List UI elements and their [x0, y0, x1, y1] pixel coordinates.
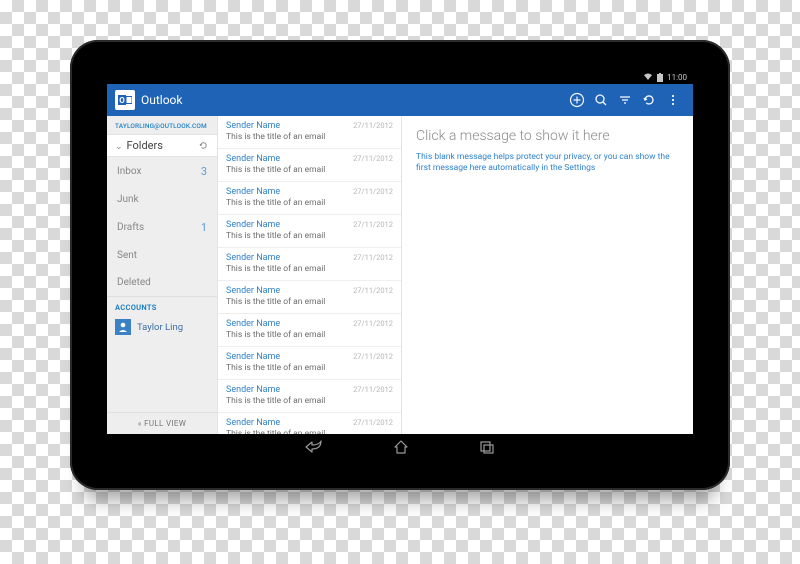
filter-button[interactable]	[613, 92, 637, 108]
battery-icon	[657, 73, 663, 82]
sidebar: TAYLORLING@OUTLOOK.COM ⌄Folders Inbox 3 …	[107, 116, 217, 434]
list-item[interactable]: Sender NameThis is the title of an email…	[218, 380, 401, 413]
folder-label: Junk	[117, 194, 139, 205]
refresh-folders-icon[interactable]	[198, 140, 209, 151]
folder-drafts[interactable]: Drafts 1	[107, 213, 217, 242]
tablet-frame: 11:00 O Outlook	[70, 40, 730, 490]
clock-text: 11:00	[667, 73, 687, 82]
list-item[interactable]: Sender NameThis is the title of an email…	[218, 314, 401, 347]
folders-header[interactable]: ⌄ Folders	[107, 134, 217, 157]
folder-count: 1	[201, 221, 207, 234]
account-row[interactable]: Taylor Ling	[107, 315, 217, 341]
app-title: Outlook	[141, 93, 182, 107]
subject: This is the title of an email	[226, 165, 393, 175]
subject: This is the title of an email	[226, 330, 393, 340]
folder-deleted[interactable]: Deleted	[107, 269, 217, 296]
date: 27/11/2012	[353, 121, 393, 130]
status-bar: 11:00	[107, 70, 693, 84]
subject: This is the title of an email	[226, 231, 393, 241]
folder-inbox[interactable]: Inbox 3	[107, 157, 217, 186]
reading-pane: Click a message to show it here This bla…	[402, 116, 693, 434]
home-button[interactable]	[393, 440, 409, 454]
subject: This is the title of an email	[226, 297, 393, 307]
reading-placeholder-body: This blank message helps protect your pr…	[416, 152, 679, 175]
full-view-button[interactable]: « FULL VIEW	[107, 412, 217, 434]
folder-label: Sent	[117, 250, 137, 261]
search-button[interactable]	[589, 92, 613, 108]
folder-label: Inbox	[117, 166, 141, 177]
accounts-header: ACCOUNTS	[107, 296, 217, 315]
date: 27/11/2012	[353, 319, 393, 328]
subject: This is the title of an email	[226, 198, 393, 208]
date: 27/11/2012	[353, 352, 393, 361]
subject: This is the title of an email	[226, 396, 393, 406]
chevron-down-icon: ⌄	[115, 142, 123, 152]
overflow-button[interactable]	[661, 92, 685, 108]
list-item[interactable]: Sender NameThis is the title of an email…	[218, 215, 401, 248]
compose-button[interactable]	[565, 92, 589, 108]
date: 27/11/2012	[353, 187, 393, 196]
android-nav-bar	[107, 434, 693, 460]
action-bar: O Outlook	[107, 84, 693, 116]
list-item[interactable]: Sender NameThis is the title of an email…	[218, 248, 401, 281]
refresh-button[interactable]	[637, 92, 661, 108]
subject: This is the title of an email	[226, 264, 393, 274]
folder-label: Drafts	[117, 222, 144, 233]
date: 27/11/2012	[353, 418, 393, 427]
back-button[interactable]	[305, 440, 323, 454]
list-item[interactable]: Sender NameThis is the title of an email…	[218, 281, 401, 314]
folder-count: 3	[201, 165, 207, 178]
list-item[interactable]: Sender NameThis is the title of an email…	[218, 347, 401, 380]
svg-text:O: O	[119, 96, 125, 105]
date: 27/11/2012	[353, 220, 393, 229]
list-item[interactable]: Sender NameThis is the title of an email…	[218, 149, 401, 182]
folders-label: Folders	[127, 139, 163, 152]
account-email: TAYLORLING@OUTLOOK.COM	[107, 116, 217, 134]
outlook-logo-icon: O	[115, 90, 135, 110]
subject: This is the title of an email	[226, 363, 393, 373]
account-name: Taylor Ling	[137, 322, 183, 333]
avatar	[115, 319, 131, 335]
list-item[interactable]: Sender NameThis is the title of an email…	[218, 413, 401, 434]
date: 27/11/2012	[353, 154, 393, 163]
reading-placeholder-title: Click a message to show it here	[416, 128, 679, 144]
date: 27/11/2012	[353, 253, 393, 262]
message-list: Sender NameThis is the title of an email…	[217, 116, 402, 434]
list-item[interactable]: Sender NameThis is the title of an email…	[218, 182, 401, 215]
subject: This is the title of an email	[226, 132, 393, 142]
list-item[interactable]: Sender NameThis is the title of an email…	[218, 116, 401, 149]
screen: 11:00 O Outlook	[107, 70, 693, 460]
recent-apps-button[interactable]	[479, 440, 495, 454]
wifi-icon	[643, 73, 653, 81]
folder-sent[interactable]: Sent	[107, 242, 217, 269]
folder-label: Deleted	[117, 277, 151, 288]
folder-junk[interactable]: Junk	[107, 186, 217, 213]
date: 27/11/2012	[353, 385, 393, 394]
date: 27/11/2012	[353, 286, 393, 295]
